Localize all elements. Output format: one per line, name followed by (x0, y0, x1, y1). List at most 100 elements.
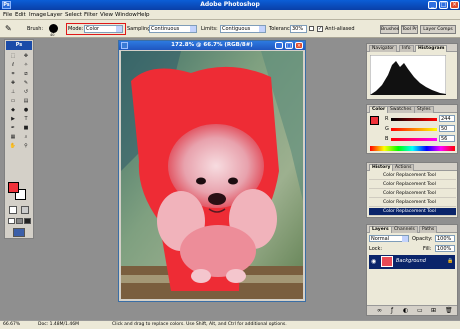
screen-mode-standard-icon[interactable] (8, 218, 15, 224)
menu-file[interactable]: File (3, 12, 12, 18)
doc-maximize-button[interactable]: □ (285, 42, 293, 49)
history-item-selected[interactable]: Color Replacement Tool (369, 208, 456, 216)
magic-wand-tool-icon[interactable]: ✧ (20, 61, 32, 69)
channel-g-slider[interactable] (391, 128, 437, 131)
gradient-tool-icon[interactable]: ▤ (20, 97, 32, 105)
layer-style-icon[interactable]: ƒ (391, 307, 393, 314)
channel-g-input[interactable]: 50 (439, 125, 455, 132)
screen-mode-full-icon[interactable] (24, 218, 31, 224)
screen-mode-full-menu-icon[interactable] (16, 218, 23, 224)
channel-r-input[interactable]: 244 (439, 115, 455, 122)
tolerance-input[interactable]: 30% (290, 25, 307, 33)
minimize-button[interactable]: _ (428, 1, 437, 9)
shape-tool-icon[interactable]: ■ (20, 124, 32, 132)
menu-select[interactable]: Select (65, 12, 82, 18)
channel-r-slider[interactable] (391, 118, 437, 121)
clone-stamp-tool-icon[interactable]: ⊥ (7, 88, 19, 96)
brush-label: Brush: (27, 26, 44, 32)
tab-histogram[interactable]: Histogram (415, 45, 448, 52)
history-tabs: History Actions (367, 163, 457, 171)
tab-styles[interactable]: Styles (414, 106, 434, 113)
eye-icon[interactable]: ◉ (371, 258, 376, 265)
menu-image[interactable]: Image (29, 12, 46, 18)
healing-brush-tool-icon[interactable]: ✚ (7, 79, 19, 87)
channel-r-label: R (385, 116, 389, 122)
brush-tool-icon[interactable]: ✎ (20, 79, 32, 87)
tab-navigator[interactable]: Navigator (369, 45, 398, 52)
opacity-input[interactable]: 100% (435, 235, 455, 242)
zoom-readout[interactable]: 66.67% (3, 322, 20, 327)
color-replacement-tool-icon[interactable]: ✎ (5, 25, 19, 34)
app-title: Adobe Photoshop (200, 1, 260, 8)
mode-select[interactable]: Color (84, 25, 123, 33)
type-tool-icon[interactable]: T (20, 115, 32, 123)
menu-window[interactable]: Window (115, 12, 137, 18)
layer-row-background[interactable]: ◉ Background 🔒 (369, 255, 455, 269)
eraser-tool-icon[interactable]: ▭ (7, 97, 19, 105)
history-item[interactable]: Color Replacement Tool (369, 172, 456, 180)
crop-tool-icon[interactable]: ⌗ (7, 70, 19, 78)
doc-size[interactable]: Doc: 1.48M/1.46M (38, 322, 79, 327)
mask-icon[interactable]: ◐ (403, 307, 408, 314)
menu-edit[interactable]: Edit (15, 12, 26, 18)
marquee-tool-icon[interactable]: ⬚ (7, 52, 19, 60)
history-item[interactable]: Color Replacement Tool (369, 181, 456, 189)
tab-layer-comps[interactable]: Layer Comps (420, 25, 456, 34)
limits-select[interactable]: Contiguous (220, 25, 266, 33)
tab-history[interactable]: History (369, 164, 394, 171)
blur-tool-icon[interactable]: ◆ (7, 106, 19, 114)
new-layer-icon[interactable]: ⊞ (431, 307, 436, 314)
trash-icon[interactable]: 🗑 (445, 307, 453, 314)
doc-minimize-button[interactable]: _ (275, 42, 283, 49)
layer-name: Background (396, 258, 426, 264)
tab-channels[interactable]: Channels (391, 226, 418, 233)
image-canvas[interactable] (121, 51, 303, 299)
menu-layer[interactable]: Layer (47, 12, 62, 18)
dodge-tool-icon[interactable]: ● (20, 106, 32, 114)
tab-layers[interactable]: Layers (369, 226, 392, 233)
tab-paths[interactable]: Paths (419, 226, 438, 233)
menu-view[interactable]: View (100, 12, 113, 18)
color-panel-foreground-swatch[interactable] (370, 116, 379, 125)
tab-info[interactable]: Info (399, 45, 414, 52)
tab-actions[interactable]: Actions (392, 164, 415, 171)
slice-tool-icon[interactable]: ⧄ (20, 70, 32, 78)
link-icon[interactable]: ∞ (377, 307, 382, 314)
pen-tool-icon[interactable]: ✒ (7, 124, 19, 132)
quick-mask-icon[interactable] (21, 206, 29, 214)
tab-color[interactable]: Color (369, 106, 389, 113)
eyedropper-tool-icon[interactable]: ⌕ (20, 133, 32, 141)
notes-tool-icon[interactable]: ▦ (7, 133, 19, 141)
history-item[interactable]: Color Replacement Tool (369, 199, 456, 207)
close-button[interactable]: × (450, 1, 459, 9)
maximize-button[interactable]: □ (439, 1, 448, 9)
tolerance-slider-button[interactable] (309, 26, 314, 31)
fill-input[interactable]: 100% (435, 245, 455, 252)
lock-icon: 🔒 (447, 258, 454, 264)
history-brush-tool-icon[interactable]: ↺ (20, 88, 32, 96)
tab-tool-presets[interactable]: Tool Pr (401, 25, 418, 34)
lasso-tool-icon[interactable]: ℓ (7, 61, 19, 69)
blend-mode-select[interactable]: Normal (369, 235, 409, 242)
new-group-icon[interactable]: ▭ (417, 307, 423, 314)
color-ramp[interactable] (370, 146, 455, 151)
zoom-tool-icon[interactable]: ⚲ (20, 142, 32, 150)
brush-preset-icon[interactable] (49, 24, 58, 33)
antialiased-checkbox[interactable]: ✓ (317, 26, 323, 32)
move-tool-icon[interactable]: ✥ (20, 52, 32, 60)
tab-brushes[interactable]: Brushes (380, 25, 399, 34)
channel-b-slider[interactable] (391, 138, 437, 141)
foreground-color-swatch[interactable] (8, 182, 19, 193)
hand-tool-icon[interactable]: ✋ (7, 142, 19, 150)
tab-swatches[interactable]: Swatches (387, 106, 415, 113)
channel-b-input[interactable]: 56 (439, 135, 455, 142)
fill-label: Fill: (423, 246, 432, 252)
menu-filter[interactable]: Filter (84, 12, 98, 18)
imageready-jump-icon[interactable] (13, 228, 25, 237)
sampling-select[interactable]: Continuous (149, 25, 197, 33)
history-item[interactable]: Color Replacement Tool (369, 190, 456, 198)
menu-help[interactable]: Help (137, 12, 150, 18)
doc-close-button[interactable]: × (295, 42, 303, 49)
standard-mode-icon[interactable] (9, 206, 17, 214)
path-selection-tool-icon[interactable]: ▶ (7, 115, 19, 123)
